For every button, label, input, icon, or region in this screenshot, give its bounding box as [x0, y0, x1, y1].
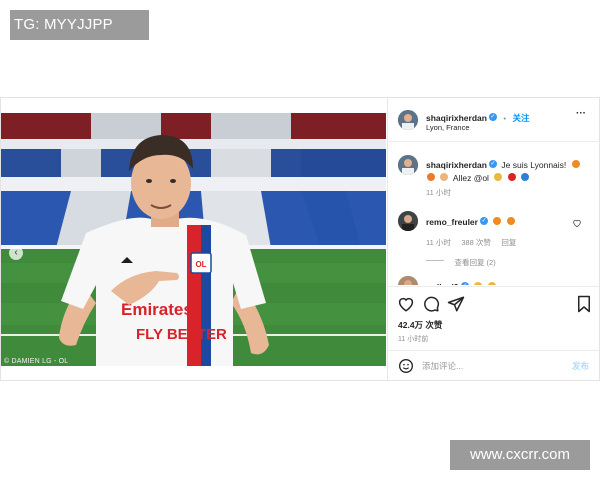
svg-text:OL: OL	[195, 260, 206, 269]
comment-meta: 11 小时 388 次赞 回复	[426, 232, 516, 250]
follow-button[interactable]: 关注	[512, 113, 529, 123]
fire-emoji-icon	[506, 216, 515, 225]
location[interactable]: Lyon, France	[426, 123, 470, 132]
comment-row: ardlanl9✓	[426, 277, 496, 285]
caption-time: 11 小时	[426, 188, 451, 197]
comment-avatar[interactable]	[398, 211, 418, 231]
post-photo[interactable]: OL Emirates FLY BETTER ‹ © DAMIEN LG - O…	[1, 113, 386, 366]
svg-text:FLY BETTER: FLY BETTER	[136, 326, 227, 343]
caption-line2: Allez @ol	[426, 168, 530, 186]
reply-button[interactable]: 回复	[501, 238, 516, 247]
stadium-photo: OL Emirates FLY BETTER	[1, 113, 386, 366]
watermark-top-left: TG: MYYJJPP	[10, 10, 149, 40]
likes-count[interactable]: 42.4万 次赞	[398, 319, 442, 331]
photo-credit: © DAMIEN LG - OL	[4, 358, 69, 365]
red-circle-icon	[507, 172, 516, 181]
fire-emoji-icon	[571, 159, 580, 168]
fire-emoji-icon	[493, 216, 502, 225]
share-icon[interactable]	[447, 295, 465, 318]
comment-likes[interactable]: 388 次赞	[461, 238, 491, 247]
comment-username[interactable]: ardlanl9	[426, 282, 459, 285]
lion-face-emoji-icon	[494, 172, 503, 181]
post-header: shaqirixherdan ✓ • 关注 Lyon, France ···	[388, 98, 600, 142]
blue-circle-icon	[521, 172, 530, 181]
post-actions: 42.4万 次赞 11 小时前	[388, 286, 600, 348]
caption-avatar[interactable]	[398, 155, 418, 175]
more-icon[interactable]: ···	[576, 108, 586, 119]
username[interactable]: shaqirixherdan	[426, 113, 487, 123]
watermark-bottom-right: www.cxcrr.com	[450, 440, 590, 470]
view-replies[interactable]: 查看回复 (2)	[426, 252, 496, 270]
emoji-icon[interactable]	[398, 358, 414, 379]
lion-face-emoji-icon	[487, 281, 496, 285]
comment-like-icon[interactable]	[572, 215, 582, 233]
heart-icon[interactable]	[397, 295, 415, 318]
comments-list: shaqirixherdan ✓ Je suis Lyonnais! Allez …	[388, 143, 600, 285]
lion-face-emoji-icon	[474, 281, 483, 285]
carousel-left-icon[interactable]: ‹	[9, 246, 23, 260]
verified-icon: ✓	[488, 112, 497, 121]
comment-row: remo_freuler ✓	[426, 212, 515, 230]
bookmark-icon[interactable]	[576, 295, 592, 318]
muscle-emoji-icon	[440, 172, 449, 181]
page: TG: MYYJJPP OL Emirates FLY BETTER ‹ © D…	[0, 0, 600, 480]
verified-icon: ✓	[488, 159, 497, 168]
lion-emoji-icon	[427, 172, 435, 181]
comment-icon[interactable]	[422, 295, 440, 318]
dot-separator: •	[503, 114, 507, 123]
comment-avatar[interactable]	[398, 276, 418, 285]
add-comment-bar: 添加评论... 发布	[388, 350, 600, 380]
verified-icon: ✓	[460, 281, 469, 285]
replies-line	[426, 260, 444, 262]
caption-text-line2: Allez @ol	[452, 173, 489, 183]
avatar[interactable]	[398, 110, 418, 130]
post-side-panel: shaqirixherdan ✓ • 关注 Lyon, France ··· sh…	[387, 98, 600, 380]
view-replies-label[interactable]: 查看回复 (2)	[454, 258, 495, 267]
verified-icon: ✓	[479, 216, 488, 225]
comment-username[interactable]: remo_freuler	[426, 217, 478, 227]
comment-time: 11 小时	[426, 238, 451, 247]
instagram-post: OL Emirates FLY BETTER ‹ © DAMIEN LG - O…	[0, 97, 600, 381]
post-time: 11 小时前	[398, 336, 429, 343]
post-comment-button[interactable]: 发布	[572, 360, 589, 372]
comment-input[interactable]: 添加评论...	[422, 360, 463, 372]
